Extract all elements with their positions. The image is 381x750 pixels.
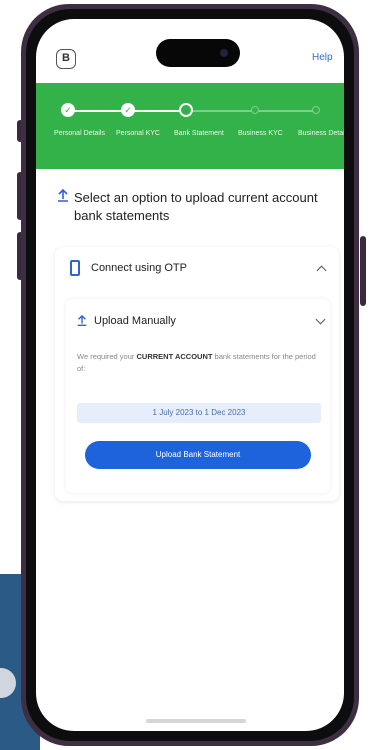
step-connector xyxy=(186,110,314,112)
step-label: Bank Statement xyxy=(174,130,224,137)
statement-requirement-note: We required your CURRENT ACCOUNT bank st… xyxy=(77,351,322,375)
step-2-done-check-icon: ✓ xyxy=(121,103,135,117)
dynamic-island xyxy=(156,39,240,67)
phone-bezel: B Help ✓ ✓ Personal Details Personal KYC… xyxy=(26,9,354,741)
step-connector xyxy=(68,110,128,112)
step-label: Personal Details xyxy=(54,130,105,137)
step-3-active-icon xyxy=(179,103,193,117)
note-prefix: We required your xyxy=(77,352,135,361)
help-link[interactable]: Help xyxy=(312,52,333,63)
step-label: Personal KYC xyxy=(116,130,160,137)
step-4-pending-icon xyxy=(251,106,259,114)
upload-bank-statement-button[interactable]: Upload Bank Statement xyxy=(85,441,311,469)
note-account-type: CURRENT ACCOUNT xyxy=(136,352,213,361)
upload-manually-panel: Upload Manually We required your CURRENT… xyxy=(66,299,330,493)
upload-options-card: Connect using OTP Upload Manually We req… xyxy=(55,247,339,501)
step-label: Business KYC xyxy=(238,130,283,137)
phone-icon xyxy=(70,260,80,276)
chevron-up-icon[interactable] xyxy=(316,265,327,276)
statement-period: 1 July 2023 to 1 Dec 2023 xyxy=(77,403,321,423)
phone-frame: B Help ✓ ✓ Personal Details Personal KYC… xyxy=(21,4,359,746)
upload-manually-label[interactable]: Upload Manually xyxy=(94,315,176,327)
step-connector xyxy=(128,110,186,112)
step-1-done-check-icon: ✓ xyxy=(61,103,75,117)
page-heading: Select an option to upload current accou… xyxy=(74,190,318,223)
upload-icon xyxy=(58,189,68,202)
chevron-down-icon[interactable] xyxy=(315,314,326,325)
connect-otp-option[interactable]: Connect using OTP xyxy=(55,247,339,291)
camera-icon xyxy=(220,49,228,57)
progress-stepper xyxy=(36,83,344,169)
power-button xyxy=(360,236,366,306)
connect-otp-label: Connect using OTP xyxy=(91,262,187,274)
app-logo-icon[interactable]: B xyxy=(56,49,76,69)
upload-icon xyxy=(77,315,87,326)
step-5-pending-icon xyxy=(312,106,320,114)
home-indicator xyxy=(146,719,246,723)
step-label: Business Details xyxy=(298,130,344,137)
phone-screen: B Help ✓ ✓ Personal Details Personal KYC… xyxy=(36,19,344,731)
